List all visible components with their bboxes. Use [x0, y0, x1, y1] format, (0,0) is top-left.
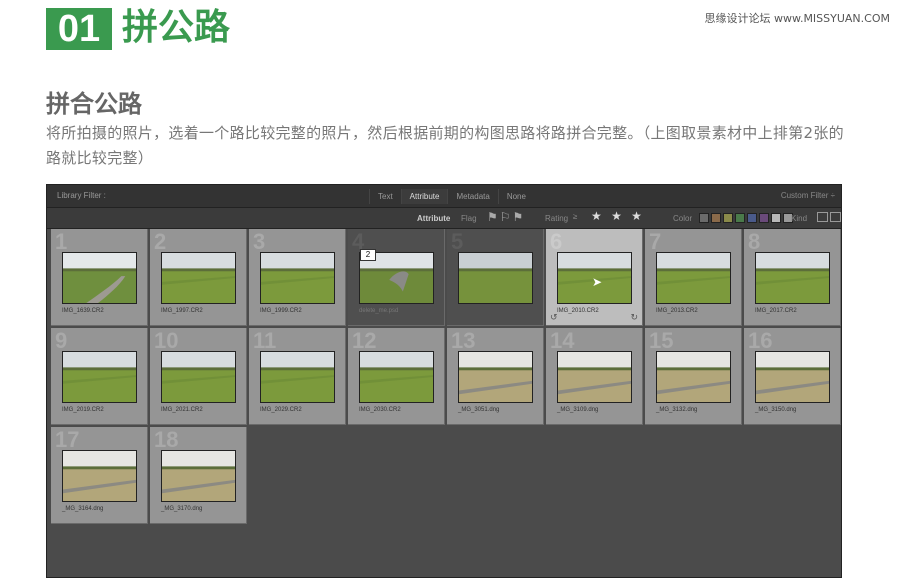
thumbnail-cell[interactable]: 16 _MG_3150.dng [744, 328, 841, 425]
cell-filename: IMG_2013.CR2 [656, 308, 698, 314]
thumbnail-cell[interactable]: 8 IMG_2017.CR2 [744, 229, 841, 326]
color-label: Color [673, 214, 693, 223]
stack-count-badge[interactable]: 2 [360, 249, 376, 261]
cell-filename: delete_me.psd [359, 308, 399, 314]
library-filter-label: Library Filter : [57, 191, 106, 200]
rating-operator-icon[interactable]: ≥ [573, 212, 577, 221]
thumbnail-image[interactable] [458, 252, 533, 304]
section-title: 拼公路 [122, 7, 231, 48]
thumbnail-cell[interactable]: 10 IMG_2021.CR2 [150, 328, 247, 425]
cell-filename: IMG_1999.CR2 [260, 308, 302, 314]
thumbnail-image[interactable] [62, 252, 137, 304]
thumbnail-image[interactable] [62, 450, 137, 502]
lightroom-library-screenshot: Library Filter : Text Attribute Metadata… [46, 184, 842, 578]
description-paragraph: 将所拍摄的照片，选着一个路比较完整的照片，然后根据前期的构图思路将路拼合完整。（… [46, 124, 844, 167]
filter-tabs: Text Attribute Metadata None [369, 189, 534, 204]
attribute-label: Attribute [417, 214, 451, 223]
mouse-cursor-icon: ➤ [592, 275, 603, 289]
color-swatch[interactable] [759, 213, 769, 223]
cell-filename: _MG_3132.dng [656, 407, 698, 413]
cell-filename: _MG_3051.dng [458, 407, 500, 413]
thumbnail-image[interactable] [755, 351, 830, 403]
thumbnail-image[interactable] [161, 252, 236, 304]
cell-filename: IMG_1639.CR2 [62, 308, 104, 314]
thumbnail-image[interactable] [359, 351, 434, 403]
thumbnail-cell[interactable]: 4 2 delete_me.psd [348, 229, 445, 326]
color-swatch[interactable] [747, 213, 757, 223]
thumbnail-image[interactable] [161, 351, 236, 403]
cell-filename: _MG_3164.dng [62, 506, 104, 512]
thumbnail-cell[interactable]: 15 _MG_3132.dng [645, 328, 742, 425]
color-swatch[interactable] [735, 213, 745, 223]
color-swatch[interactable] [711, 213, 721, 223]
kind-label: Kind [791, 214, 808, 223]
custom-filter-dropdown[interactable]: Custom Filter ÷ [781, 191, 835, 200]
kind-master-icon[interactable] [817, 212, 828, 222]
thumbnail-cell[interactable]: 17 _MG_3164.dng [51, 427, 148, 524]
rotate-right-icon[interactable]: ↻ [630, 313, 638, 323]
thumbnail-cell[interactable]: 13 _MG_3051.dng [447, 328, 544, 425]
color-swatches[interactable] [699, 213, 793, 223]
thumbnail-image[interactable] [656, 351, 731, 403]
cell-filename: IMG_2010.CR2 [557, 308, 599, 314]
rating-stars[interactable]: ★ ★ ★ [591, 209, 645, 223]
thumbnail-image[interactable] [557, 351, 632, 403]
kind-copy-icon[interactable] [830, 212, 841, 222]
tab-text[interactable]: Text [369, 189, 401, 204]
rating-label: Rating [545, 214, 569, 223]
tab-attribute[interactable]: Attribute [400, 189, 448, 204]
tab-none[interactable]: None [497, 189, 534, 204]
cell-filename: _MG_3170.dng [161, 506, 203, 512]
thumbnail-cell[interactable]: 14 _MG_3109.dng [546, 328, 643, 425]
thumbnail-image[interactable] [458, 351, 533, 403]
color-swatch[interactable] [771, 213, 781, 223]
thumbnail-image[interactable] [260, 351, 335, 403]
sub-title: 拼合公路 [46, 90, 142, 118]
thumbnail-image[interactable] [161, 450, 236, 502]
library-filter-bar: Library Filter : Text Attribute Metadata… [47, 185, 841, 208]
thumbnail-cell[interactable]: 5 [447, 229, 544, 326]
thumbnail-image[interactable] [656, 252, 731, 304]
tab-metadata[interactable]: Metadata [447, 189, 497, 204]
flag-label: Flag [461, 214, 477, 223]
kind-icons[interactable] [817, 212, 841, 222]
thumbnail-cell[interactable]: 6 ➤ ↺ ↻ IMG_2010.CR2 [546, 229, 643, 326]
section-number-badge: 01 [46, 8, 112, 50]
watermark: 思缘设计论坛 www.MISSYUAN.COM [704, 12, 890, 25]
thumbnail-cell[interactable]: 7 IMG_2013.CR2 [645, 229, 742, 326]
thumbnail-cell[interactable]: 3 IMG_1999.CR2 [249, 229, 346, 326]
thumbnail-cell[interactable]: 12 IMG_2030.CR2 [348, 328, 445, 425]
flag-icons[interactable]: ⚑⚐⚑ [487, 210, 525, 224]
cell-filename: IMG_2017.CR2 [755, 308, 797, 314]
cell-filename: _MG_3109.dng [557, 407, 599, 413]
color-swatch[interactable] [723, 213, 733, 223]
cell-filename: IMG_2019.CR2 [62, 407, 104, 413]
thumbnail-image[interactable] [755, 252, 830, 304]
rotate-left-icon[interactable]: ↺ [550, 313, 558, 323]
thumbnail-cell[interactable]: 18 _MG_3170.dng [150, 427, 247, 524]
cell-filename: IMG_2030.CR2 [359, 407, 401, 413]
thumbnail-cell[interactable]: 9 IMG_2019.CR2 [51, 328, 148, 425]
cell-filename: IMG_1997.CR2 [161, 308, 203, 314]
thumbnail-image[interactable] [62, 351, 137, 403]
thumbnail-image[interactable] [260, 252, 335, 304]
color-swatch[interactable] [699, 213, 709, 223]
thumbnail-cell[interactable]: 11 IMG_2029.CR2 [249, 328, 346, 425]
thumbnail-cell[interactable]: 1 IMG_1639.CR2 [51, 229, 148, 326]
cell-filename: _MG_3150.dng [755, 407, 797, 413]
cell-filename: IMG_2029.CR2 [260, 407, 302, 413]
thumbnail-cell[interactable]: 2 IMG_1997.CR2 [150, 229, 247, 326]
cell-filename: IMG_2021.CR2 [161, 407, 203, 413]
attribute-bar: Attribute Flag ⚑⚐⚑ Rating ≥ ★ ★ ★ Color … [47, 208, 841, 229]
